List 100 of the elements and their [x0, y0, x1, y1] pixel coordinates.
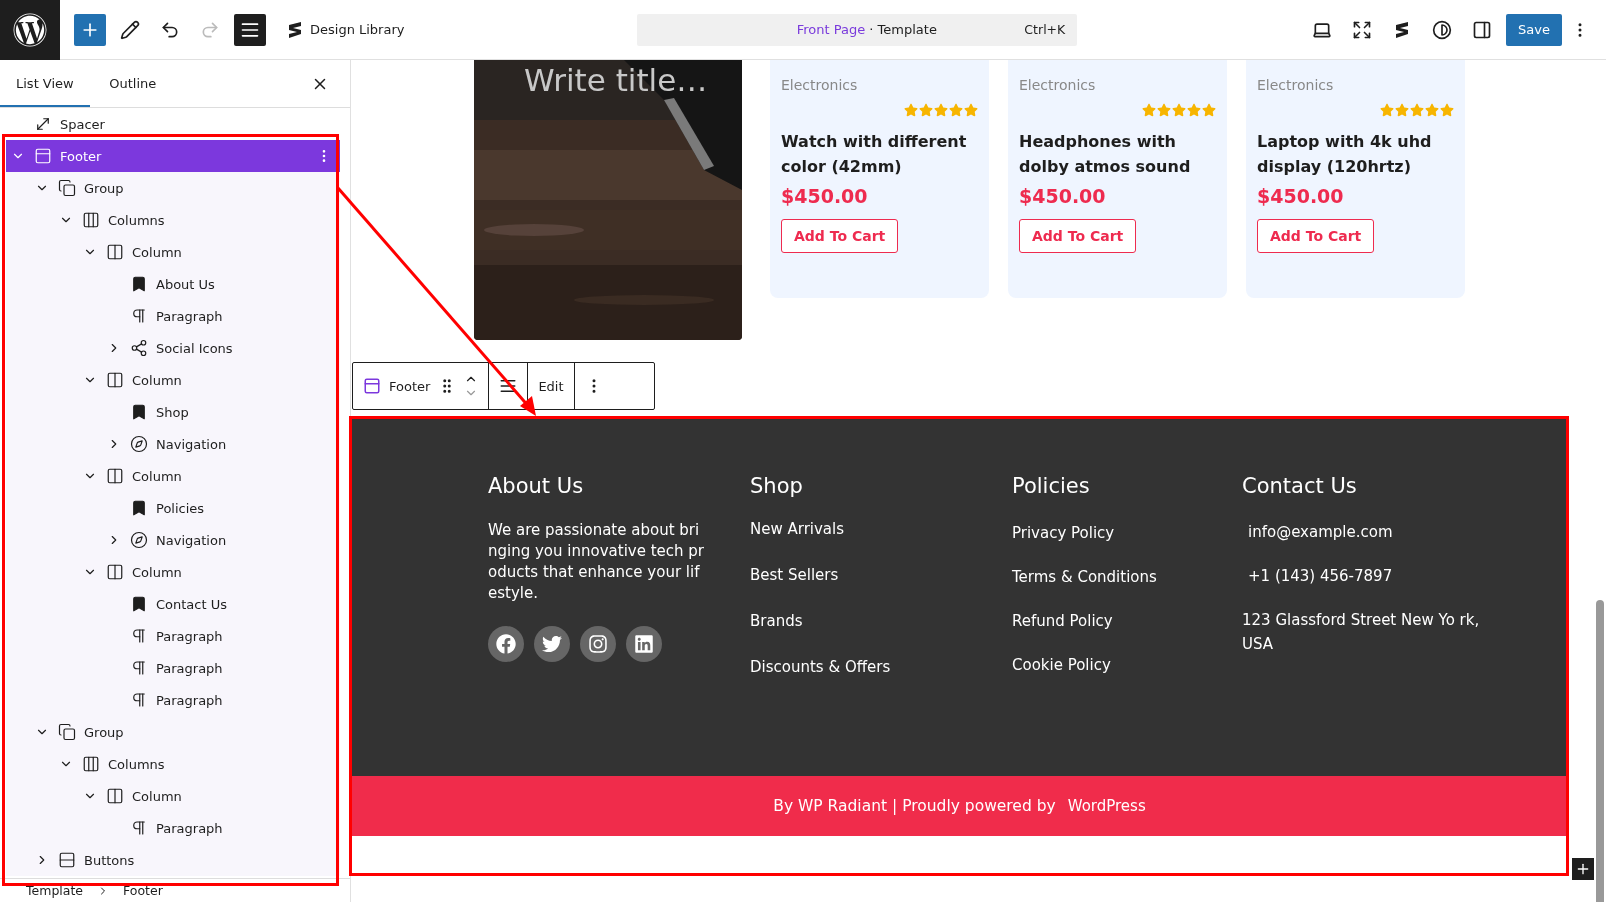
- pilcrow-icon: [130, 627, 148, 645]
- list-view-item[interactable]: Column: [6, 236, 340, 268]
- product-category: Electronics: [1019, 77, 1097, 93]
- breadcrumb-link[interactable]: Template: [26, 883, 84, 898]
- about-text: We are passionate about bri nging you innovative tech pr oducts that enhance your lif estyle.: [488, 520, 705, 604]
- list-view-item[interactable]: Paragraph: [6, 300, 340, 332]
- footer-link[interactable]: Refund Policy: [1012, 612, 1242, 630]
- add-to-cart-button[interactable]: Add To Cart: [1257, 219, 1375, 253]
- list-view-item[interactable]: Column: [6, 364, 340, 396]
- star-icon: [1395, 103, 1409, 117]
- save-button[interactable]: Save: [1506, 13, 1562, 46]
- contact-text: +1 (143) 456-7897: [1247, 566, 1394, 587]
- list-view-item[interactable]: Paragraph: [6, 812, 340, 844]
- list-view-label: Column: [132, 564, 182, 580]
- list-view-item[interactable]: Column: [6, 556, 340, 588]
- add-to-cart-button[interactable]: Add To Cart: [781, 219, 899, 253]
- design-library-button[interactable]: Design Library: [280, 19, 411, 40]
- list-view-item[interactable]: Contact Us: [6, 588, 340, 620]
- list-view-item[interactable]: About Us: [6, 268, 340, 300]
- facebook-button[interactable]: [488, 626, 524, 662]
- list-view-item[interactable]: Paragraph: [6, 620, 340, 652]
- list-view-item[interactable]: Navigation: [6, 524, 340, 556]
- footer-link[interactable]: Privacy Policy: [1012, 524, 1242, 542]
- footer-link[interactable]: Cookie Policy: [1012, 656, 1242, 674]
- star-icon: [1425, 103, 1439, 117]
- pilcrow-icon: [130, 691, 148, 709]
- list-view-item[interactable]: Column: [6, 780, 340, 812]
- list-view-button[interactable]: [234, 13, 266, 46]
- footer-heading: Contact Us: [1242, 474, 1358, 498]
- footer-link[interactable]: Discounts & Offers: [750, 658, 1012, 676]
- contact-text: 123 Glassford Street New Yo rk, USA: [1242, 610, 1481, 655]
- align-icon[interactable]: [499, 377, 518, 395]
- product-title: Watch with different color (42mm): [781, 131, 968, 178]
- star-icon: [964, 103, 978, 117]
- breadcrumb-link[interactable]: Footer: [123, 883, 163, 898]
- list-view-label: Paragraph: [156, 308, 223, 324]
- column-icon: [106, 467, 124, 485]
- list-view-item[interactable]: Columns: [6, 748, 340, 780]
- add-block-button[interactable]: [74, 13, 106, 46]
- wordpress-link[interactable]: WordPress: [1067, 797, 1146, 815]
- wordpress-logo[interactable]: [0, 0, 60, 60]
- list-view-item[interactable]: Social Icons: [6, 332, 340, 364]
- list-view-label: Footer: [60, 148, 102, 164]
- group-icon: [58, 179, 76, 197]
- list-view-item[interactable]: Policies: [6, 492, 340, 524]
- undo-icon: [160, 19, 180, 40]
- list-view-item[interactable]: Footer: [6, 140, 340, 172]
- panel-tab[interactable]: Outline: [89, 60, 176, 107]
- bookmark-icon: [130, 403, 148, 421]
- bookmark-icon: [130, 499, 148, 517]
- list-view-label: Social Icons: [156, 340, 233, 356]
- footer-link[interactable]: Terms & Conditions: [1012, 568, 1242, 586]
- add-to-cart-button[interactable]: Add To Cart: [1019, 219, 1137, 253]
- footer-heading: About Us: [488, 474, 585, 498]
- list-view-item[interactable]: Shop: [6, 396, 340, 428]
- add-block-button[interactable]: [1572, 858, 1594, 880]
- block-type-button[interactable]: Footer: [389, 378, 431, 394]
- scrollbar[interactable]: [1596, 600, 1604, 902]
- list-view-item[interactable]: Paragraph: [6, 684, 340, 716]
- list-view-label: Column: [132, 788, 182, 804]
- list-view-label: Spacer: [60, 116, 105, 132]
- command-bar[interactable]: Front Page · Template Ctrl+K: [637, 13, 1078, 46]
- redo-icon: [200, 19, 220, 40]
- footer-link[interactable]: Best Sellers: [750, 566, 1012, 584]
- list-view-label: Columns: [108, 756, 165, 772]
- compass-icon: [130, 435, 148, 453]
- star-icon: [1440, 103, 1454, 117]
- instagram-button[interactable]: [580, 626, 616, 662]
- star-icon: [934, 103, 948, 117]
- columns-icon: [82, 211, 100, 229]
- pilcrow-icon: [130, 819, 148, 837]
- list-view-label: Policies: [156, 500, 205, 516]
- list-view-label: Group: [84, 180, 124, 196]
- list-view-item[interactable]: Paragraph: [6, 652, 340, 684]
- edit-button[interactable]: Edit: [538, 378, 564, 394]
- pilcrow-icon: [130, 307, 148, 325]
- footer-heading: Policies: [1012, 474, 1091, 498]
- panel-tab[interactable]: List View: [0, 60, 90, 107]
- linkedin-button[interactable]: [626, 626, 662, 662]
- list-view-item[interactable]: Group: [6, 716, 340, 748]
- s-logo-icon: [286, 20, 304, 39]
- list-view-label: Paragraph: [156, 820, 223, 836]
- column-icon: [106, 563, 124, 581]
- list-view-label: Navigation: [156, 532, 227, 548]
- list-view-item[interactable]: Spacer: [6, 108, 340, 140]
- linkedin-icon: [634, 634, 654, 654]
- twitter-button[interactable]: [534, 626, 570, 662]
- list-view-item[interactable]: Group: [6, 172, 340, 204]
- product-category: Electronics: [1257, 77, 1335, 93]
- list-view-item[interactable]: Column: [6, 460, 340, 492]
- list-view-item[interactable]: Columns: [6, 204, 340, 236]
- star-icon: [1142, 103, 1156, 117]
- footer-link[interactable]: New Arrivals: [750, 520, 1012, 538]
- list-view-label: Column: [132, 468, 182, 484]
- list-view-item[interactable]: Buttons: [6, 844, 340, 876]
- facebook-icon: [496, 634, 516, 654]
- contact-text: info@example.com: [1247, 522, 1394, 543]
- footer-link[interactable]: Brands: [750, 612, 1012, 630]
- list-view-item[interactable]: Navigation: [6, 428, 340, 460]
- product-title: Headphones with dolby atmos sound: [1019, 131, 1192, 178]
